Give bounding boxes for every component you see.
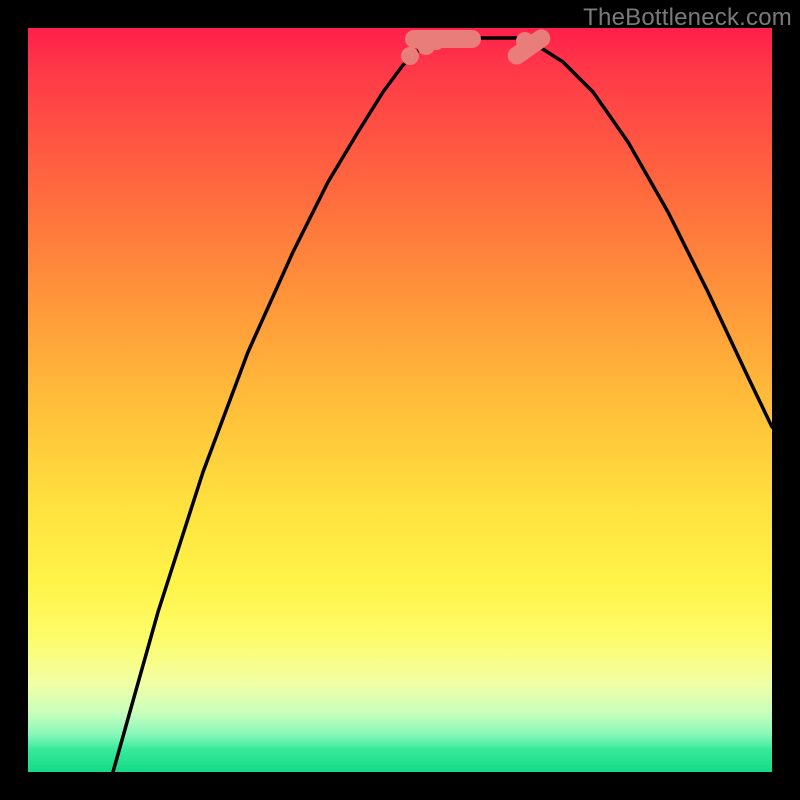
plot-area: [28, 28, 772, 772]
curve-marker: [401, 47, 419, 65]
bottleneck-curve: [28, 28, 772, 772]
chart-frame: TheBottleneck.com: [0, 0, 800, 800]
curve-pill: [405, 30, 481, 48]
